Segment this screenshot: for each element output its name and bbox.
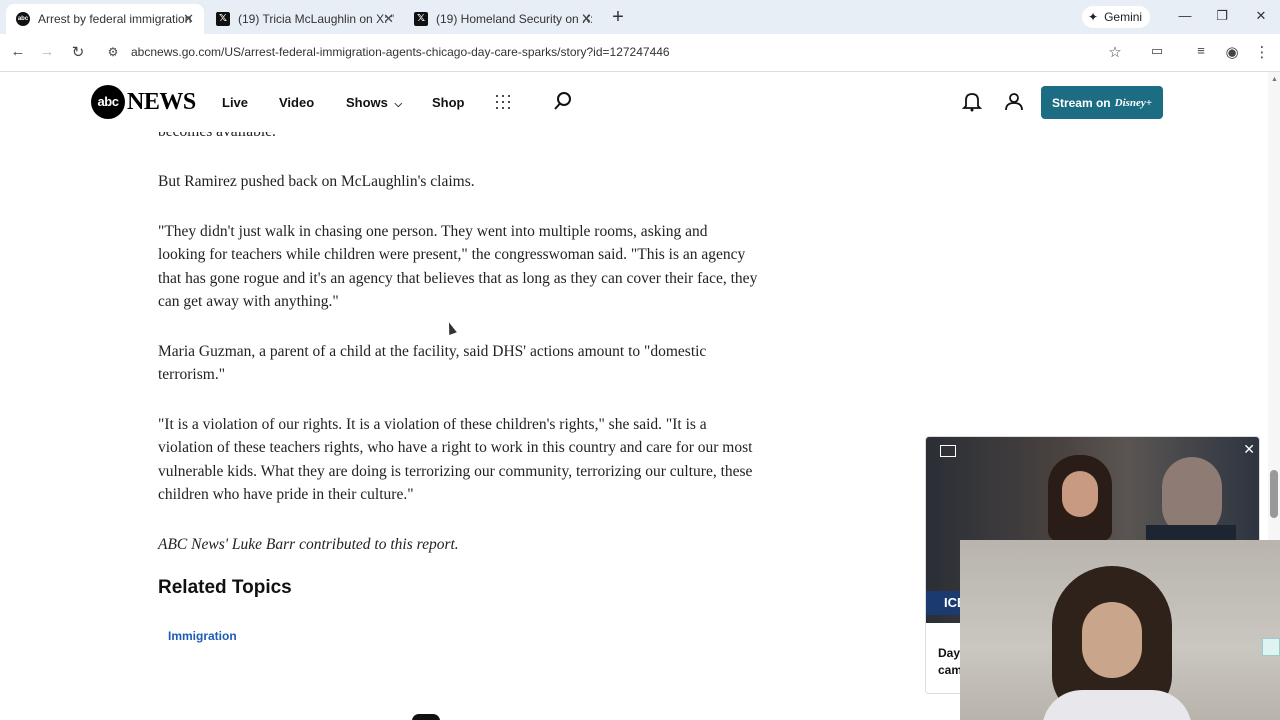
webcam-person-face [1082,602,1142,678]
close-video-icon[interactable]: ✕ [1243,441,1255,458]
tab-title: (19) Homeland Security on X: "C [436,12,592,26]
browser-tab-2[interactable]: 𝕏 (19) Tricia McLaughlin on X: "IC ✕ [206,4,404,34]
bookmark-star-icon[interactable]: ☆ [1105,43,1125,61]
close-tab-icon[interactable]: ✕ [183,11,194,27]
article-paragraph: "They didn't just walk in chasing one pe… [158,222,758,310]
abc-logo-ball: abc [91,85,125,119]
abc-news-logo[interactable]: abc NEWS [91,85,196,119]
chrome-menu-icon[interactable]: ⋮ [1252,43,1272,61]
window-close-icon[interactable]: ✕ [1251,8,1271,24]
nav-shop[interactable]: Shop [432,95,465,110]
nav-live[interactable]: Live [222,95,248,110]
related-topics-heading: Related Topics [158,577,292,598]
site-header: abc NEWS Live Video Shows ⌵ Shop Stream … [0,72,1268,132]
article-paragraph: But Ramirez pushed back on McLaughlin's … [158,172,475,190]
cast-icon[interactable]: ▭ [1147,43,1167,59]
browser-tab-strip: abc Arrest by federal immigration a ✕ 𝕏 … [0,0,1280,34]
tab-title: Arrest by federal immigration a [38,12,194,26]
browser-tab-1[interactable]: abc Arrest by federal immigration a ✕ [6,4,204,34]
x-favicon-icon: 𝕏 [414,12,428,26]
gemini-sparkle-icon: ✦ [1088,10,1099,24]
video-caption-line: cam [938,663,960,677]
chevron-down-icon: ⌵ [394,99,403,110]
apps-grid-icon[interactable] [496,95,510,109]
x-favicon-icon: 𝕏 [216,12,230,26]
webcam-overlay [960,540,1280,720]
forward-arrow-icon[interactable]: → [37,43,57,60]
close-tab-icon[interactable]: ✕ [383,11,394,27]
topic-link-immigration[interactable]: Immigration [168,629,237,643]
restore-icon[interactable]: ❐ [1212,8,1232,24]
new-tab-button[interactable]: + [609,6,627,29]
webcam-person-shirt [1042,690,1192,720]
browser-toolbar: ← → ↻ ⚙ abcnews.go.com/US/arrest-federal… [0,34,1280,72]
nav-video[interactable]: Video [279,95,314,110]
browser-tab-3[interactable]: 𝕏 (19) Homeland Security on X: "C ✕ [404,4,602,34]
back-arrow-icon[interactable]: ← [8,43,28,60]
reload-icon[interactable]: ↻ [68,43,88,61]
user-account-icon[interactable] [1003,90,1025,112]
tab-title: (19) Tricia McLaughlin on X: "IC [238,12,394,26]
page-bottom-element [412,714,440,720]
nav-shows[interactable]: Shows ⌵ [346,95,402,110]
gemini-label: Gemini [1104,10,1143,24]
close-tab-icon[interactable]: ✕ [581,11,592,27]
stream-label: Stream on [1051,95,1111,110]
sticky-note-icon [1262,638,1280,656]
disney-plus-logo: Disney+ [1114,96,1153,109]
expand-video-icon[interactable] [940,445,956,457]
article-credit: ABC News' Luke Barr contributed to this … [158,536,459,553]
search-icon[interactable] [552,90,574,112]
site-info-icon[interactable]: ⚙ [103,45,123,59]
abc-favicon-icon: abc [16,12,30,26]
gemini-button[interactable]: ✦ Gemini [1082,6,1151,28]
scroll-up-arrow-icon[interactable]: ▲ [1271,76,1278,83]
notification-bell-icon[interactable] [961,90,983,112]
media-controls-icon[interactable]: ≡ [1191,43,1211,58]
article-body: becomes available. But Ramirez pushed ba… [158,120,758,583]
address-bar-url[interactable]: abcnews.go.com/US/arrest-federal-immigra… [131,45,670,59]
profile-avatar-icon[interactable]: ◉ [1222,43,1242,61]
article-paragraph: Maria Guzman, a parent of a child at the… [158,342,707,384]
scrollbar-thumb[interactable] [1270,470,1278,518]
video-caption-line: Day [938,646,960,660]
article-paragraph: "It is a violation of our rights. It is … [158,416,753,504]
nav-shows-label: Shows [346,95,388,110]
minimize-icon[interactable]: — [1175,8,1195,23]
video-caption[interactable]: Day cam [938,645,960,679]
stream-on-disney-button[interactable]: Stream on Disney+ [1041,86,1163,119]
video-person-face [1062,471,1098,517]
news-wordmark: NEWS [127,88,196,115]
